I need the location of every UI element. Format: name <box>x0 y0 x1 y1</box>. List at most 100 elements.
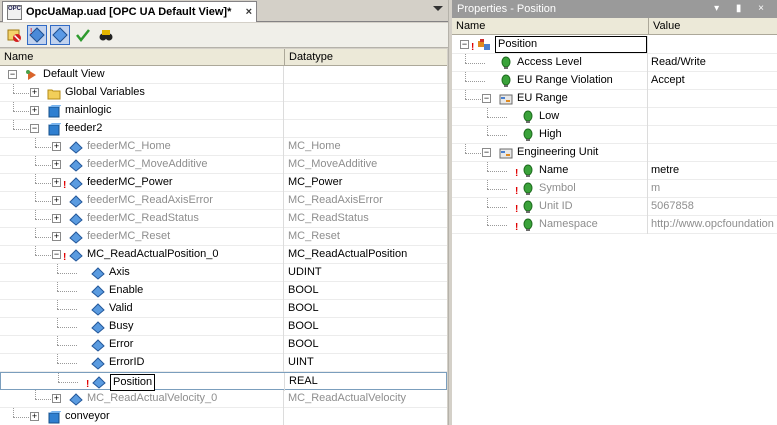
property-name-cell[interactable]: ! Name <box>452 162 648 180</box>
tree-name-cell[interactable]: +! feederMC_Power <box>0 174 284 192</box>
expand-icon[interactable]: + <box>30 412 39 421</box>
property-value[interactable] <box>649 90 777 108</box>
tree-row[interactable]: −! MC_ReadActualPosition_0 MC_ReadActualPo… <box>0 246 447 264</box>
property-name-cell[interactable]: ! Namespace <box>452 216 648 234</box>
tree-name-cell[interactable]: −! MC_ReadActualPosition_0 <box>0 246 284 264</box>
property-row[interactable]: ! Symbol m <box>452 180 777 198</box>
property-name-cell[interactable]: High <box>452 126 648 144</box>
tree-row[interactable]: Axis UDINT <box>0 264 447 282</box>
property-value[interactable]: 5067858 <box>649 198 777 216</box>
property-value[interactable] <box>649 126 777 144</box>
close-icon[interactable]: × <box>246 6 252 18</box>
column-prop-name[interactable]: Name <box>452 18 649 34</box>
tree-row[interactable]: + feederMC_MoveAdditive MC_MoveAdditive <box>0 156 447 174</box>
expand-icon[interactable]: + <box>30 88 39 97</box>
expand-icon[interactable]: + <box>52 394 61 403</box>
expand-icon[interactable]: + <box>52 178 61 187</box>
tree-name-cell[interactable]: Busy <box>0 318 284 336</box>
accept-button[interactable] <box>73 25 93 45</box>
tree-row[interactable]: Busy BOOL <box>0 318 447 336</box>
property-row[interactable]: High <box>452 126 777 144</box>
collapse-icon[interactable]: − <box>482 94 491 103</box>
expand-icon[interactable]: + <box>52 160 61 169</box>
property-name-cell[interactable]: EU Range Violation <box>452 72 648 90</box>
property-row[interactable]: ! Name metre <box>452 162 777 180</box>
remove-mapping-button[interactable] <box>4 25 24 45</box>
expand-icon[interactable]: + <box>30 106 39 115</box>
tree-name-cell[interactable]: + mainlogic <box>0 102 284 120</box>
property-value[interactable] <box>649 144 777 162</box>
tree-name-cell[interactable]: + feederMC_Reset <box>0 228 284 246</box>
tree-name-cell[interactable]: + conveyor <box>0 408 284 425</box>
tree-row[interactable]: Enable BOOL <box>0 282 447 300</box>
tree-name-cell[interactable]: Enable <box>0 282 284 300</box>
tree-row[interactable]: + MC_ReadActualVelocity_0 MC_ReadActualVel… <box>0 390 447 408</box>
tree-name-cell[interactable]: ErrorID <box>0 354 284 372</box>
property-value[interactable]: Read/Write <box>649 54 777 72</box>
tree-name-cell[interactable]: + feederMC_ReadStatus <box>0 210 284 228</box>
tree-row[interactable]: Error BOOL <box>0 336 447 354</box>
property-value[interactable]: http://www.opcfoundation <box>649 216 777 234</box>
tree-row[interactable]: Valid BOOL <box>0 300 447 318</box>
tree-name-cell[interactable]: − Default View <box>0 66 284 84</box>
property-name-cell[interactable]: − EU Range <box>452 90 648 108</box>
expand-icon[interactable]: + <box>52 142 61 151</box>
collapse-icon[interactable]: − <box>52 250 61 259</box>
property-value[interactable] <box>649 36 777 54</box>
column-name[interactable]: Name <box>0 49 285 65</box>
property-value[interactable]: m <box>649 180 777 198</box>
property-name-cell[interactable]: Low <box>452 108 648 126</box>
tree-name-cell[interactable]: Axis <box>0 264 284 282</box>
tree-name-cell[interactable]: − feeder2 <box>0 120 284 138</box>
tree-row[interactable]: + Global Variables <box>0 84 447 102</box>
property-name-cell[interactable]: −! Position <box>452 36 648 54</box>
collapse-icon[interactable]: − <box>30 124 39 133</box>
expand-icon[interactable]: + <box>52 232 61 241</box>
expand-icon[interactable]: + <box>52 196 61 205</box>
property-row[interactable]: − Engineering Unit <box>452 144 777 162</box>
tree-name-cell[interactable]: + feederMC_MoveAdditive <box>0 156 284 174</box>
window-controls[interactable]: ▾ ▮ × <box>714 0 771 18</box>
tree-name-cell[interactable]: ! Position <box>1 373 285 391</box>
tree-name-cell[interactable]: + MC_ReadActualVelocity_0 <box>0 390 284 408</box>
column-prop-value[interactable]: Value <box>649 18 777 34</box>
column-datatype[interactable]: Datatype <box>285 49 447 65</box>
property-name-cell[interactable]: ! Symbol <box>452 180 648 198</box>
tab-dropdown-icon[interactable] <box>433 6 443 11</box>
tree-row[interactable]: ErrorID UINT <box>0 354 447 372</box>
property-row[interactable]: Low <box>452 108 777 126</box>
property-row[interactable]: −! Position <box>452 36 777 54</box>
add-mapping-button[interactable]: ! <box>27 25 47 45</box>
property-name-cell[interactable]: − Engineering Unit <box>452 144 648 162</box>
tree-name-cell[interactable]: + Global Variables <box>0 84 284 102</box>
property-row[interactable]: ! Unit ID 5067858 <box>452 198 777 216</box>
expand-icon[interactable]: + <box>52 214 61 223</box>
tree-row[interactable]: + feederMC_Reset MC_Reset <box>0 228 447 246</box>
tree-row[interactable]: − Default View <box>0 66 447 84</box>
property-row[interactable]: − EU Range <box>452 90 777 108</box>
tree-row[interactable]: +! feederMC_Power MC_Power <box>0 174 447 192</box>
collapse-icon[interactable]: − <box>482 148 491 157</box>
tree-name-cell[interactable]: + feederMC_Home <box>0 138 284 156</box>
tree-row[interactable]: ! Position REAL <box>0 372 447 391</box>
property-name-cell[interactable]: Access Level <box>452 54 648 72</box>
property-name-cell[interactable]: ! Unit ID <box>452 198 648 216</box>
property-row[interactable]: Access Level Read/Write <box>452 54 777 72</box>
property-row[interactable]: EU Range Violation Accept <box>452 72 777 90</box>
property-row[interactable]: ! Namespace http://www.opcfoundation <box>452 216 777 234</box>
property-value[interactable] <box>649 108 777 126</box>
find-button[interactable] <box>96 25 116 45</box>
collapse-icon[interactable]: − <box>460 40 469 49</box>
property-value[interactable]: metre <box>649 162 777 180</box>
tag-button[interactable] <box>50 25 70 45</box>
tree-row[interactable]: + feederMC_ReadAxisError MC_ReadAxisError <box>0 192 447 210</box>
collapse-icon[interactable]: − <box>8 70 17 79</box>
tree-row[interactable]: + feederMC_Home MC_Home <box>0 138 447 156</box>
tree-row[interactable]: + feederMC_ReadStatus MC_ReadStatus <box>0 210 447 228</box>
tree-row[interactable]: + conveyor <box>0 408 447 425</box>
property-value[interactable]: Accept <box>649 72 777 90</box>
tree-name-cell[interactable]: Valid <box>0 300 284 318</box>
tree-row[interactable]: + mainlogic <box>0 102 447 120</box>
tree-name-cell[interactable]: + feederMC_ReadAxisError <box>0 192 284 210</box>
tree-name-cell[interactable]: Error <box>0 336 284 354</box>
